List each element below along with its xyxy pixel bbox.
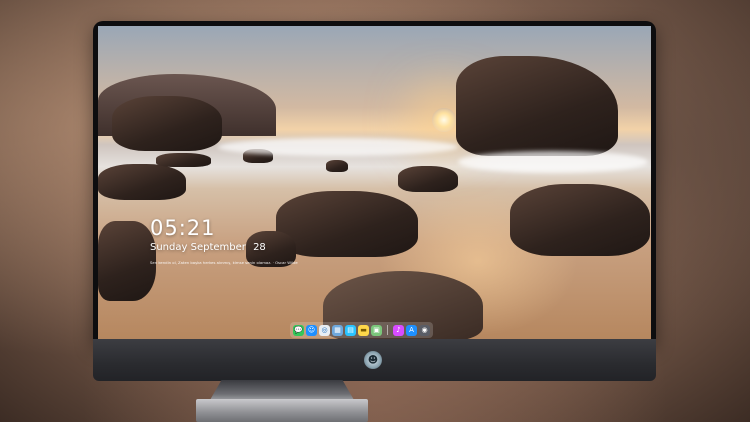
rock-right — [510, 184, 650, 256]
monitor-stand-base — [196, 399, 368, 422]
rock-left-mid — [112, 96, 222, 151]
rock-left-front — [98, 164, 186, 200]
lock-date: Sunday September 28 — [150, 242, 266, 253]
safari-icon[interactable]: ◎ — [319, 324, 330, 336]
dock-separator — [387, 325, 388, 335]
photos-icon[interactable]: ▣ — [371, 324, 382, 336]
monitor: 05:21 Sunday September 28 Sen kendin ol,… — [93, 21, 656, 381]
monitor-stand-neck — [210, 380, 354, 400]
rock-small-2 — [326, 160, 348, 172]
weekday-month: Sunday September — [150, 242, 246, 253]
rock-center — [276, 191, 418, 257]
claquette-icon[interactable]: ▤ — [345, 324, 356, 336]
wave-foam — [458, 151, 648, 173]
day-number: 28 — [253, 242, 266, 253]
lock-clock: 05:21 — [150, 216, 216, 240]
itunes-icon[interactable]: ♪ — [393, 324, 404, 336]
desktop-screen: 05:21 Sunday September 28 Sen kendin ol,… — [98, 26, 651, 339]
rock-left-lower — [98, 221, 156, 301]
alien-icon: ☻ — [364, 351, 382, 369]
rock-small-3 — [156, 153, 211, 167]
messages-icon[interactable]: 💬 — [293, 324, 304, 336]
preview-icon[interactable]: ▦ — [332, 324, 343, 336]
notes-icon[interactable]: ▬ — [358, 324, 369, 336]
finder-icon[interactable]: ☺ — [306, 324, 317, 336]
app-store-icon[interactable]: A — [406, 324, 417, 336]
screenshot-icon[interactable]: ◉ — [419, 324, 430, 336]
dock: 💬 ☺ ◎ ▦ ▤ ▬ ▣ ♪ A ◉ — [290, 322, 433, 338]
lock-quote: Sen kendin ol, Zaten başka herkes alınmı… — [150, 260, 298, 265]
sea-stack — [456, 56, 618, 156]
wave-foam — [218, 138, 458, 156]
rock-mid-small — [398, 166, 458, 192]
monitor-bezel: 05:21 Sunday September 28 Sen kendin ol,… — [93, 21, 656, 343]
sun — [432, 108, 456, 132]
